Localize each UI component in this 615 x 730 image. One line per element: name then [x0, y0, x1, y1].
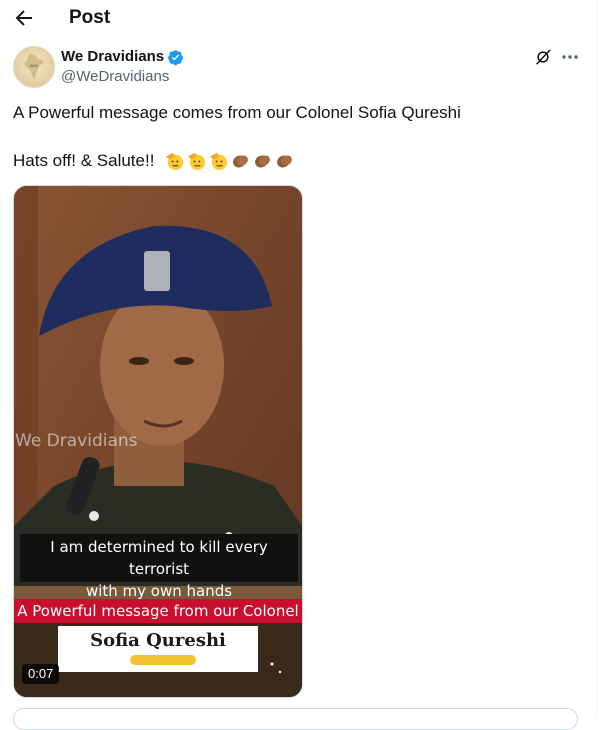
emoji-row [164, 150, 295, 172]
saluting-face-icon [209, 152, 228, 171]
saluting-face-icon [165, 152, 184, 171]
video-caption-line1: I am determined to kill every terrorist [50, 538, 268, 578]
page-title: Post [69, 7, 111, 28]
column-border [596, 0, 597, 715]
reply-box[interactable] [13, 708, 578, 730]
avatar-logo-text: W·D [30, 63, 38, 68]
video-player[interactable]: We Dravidians I am determined to kill ev… [13, 185, 303, 698]
tweet-text: A Powerful message comes from our Colone… [13, 103, 461, 122]
more-options-icon[interactable] [560, 47, 580, 67]
video-name-tagline [130, 655, 196, 665]
author-display-name[interactable]: We Dravidians [61, 48, 164, 66]
video-caption: I am determined to kill every terrorist … [20, 534, 298, 600]
post-header: Post [0, 0, 596, 36]
back-button[interactable] [12, 6, 36, 30]
clapping-hands-icon [255, 155, 270, 168]
arrow-left-icon [15, 10, 32, 26]
verified-badge-icon[interactable] [167, 49, 184, 66]
video-watermark: We Dravidians [15, 431, 138, 451]
saluting-face-icon [187, 152, 206, 171]
tweet-text-line2: Hats off! & Salute!! [13, 151, 155, 170]
author-handle[interactable]: @WeDravidians [61, 68, 169, 86]
avatar[interactable]: W·D [13, 46, 55, 88]
clapping-hands-icon [233, 155, 248, 168]
video-name-text: Sofia Qureshi [90, 630, 226, 651]
video-duration: 0:07 [22, 664, 60, 684]
video-banner: A Powerful message from our Colonel [14, 599, 302, 623]
video-name-card: Sofia Qureshi [58, 626, 258, 672]
grok-icon[interactable] [534, 48, 552, 66]
clapping-hands-icon [277, 155, 292, 168]
